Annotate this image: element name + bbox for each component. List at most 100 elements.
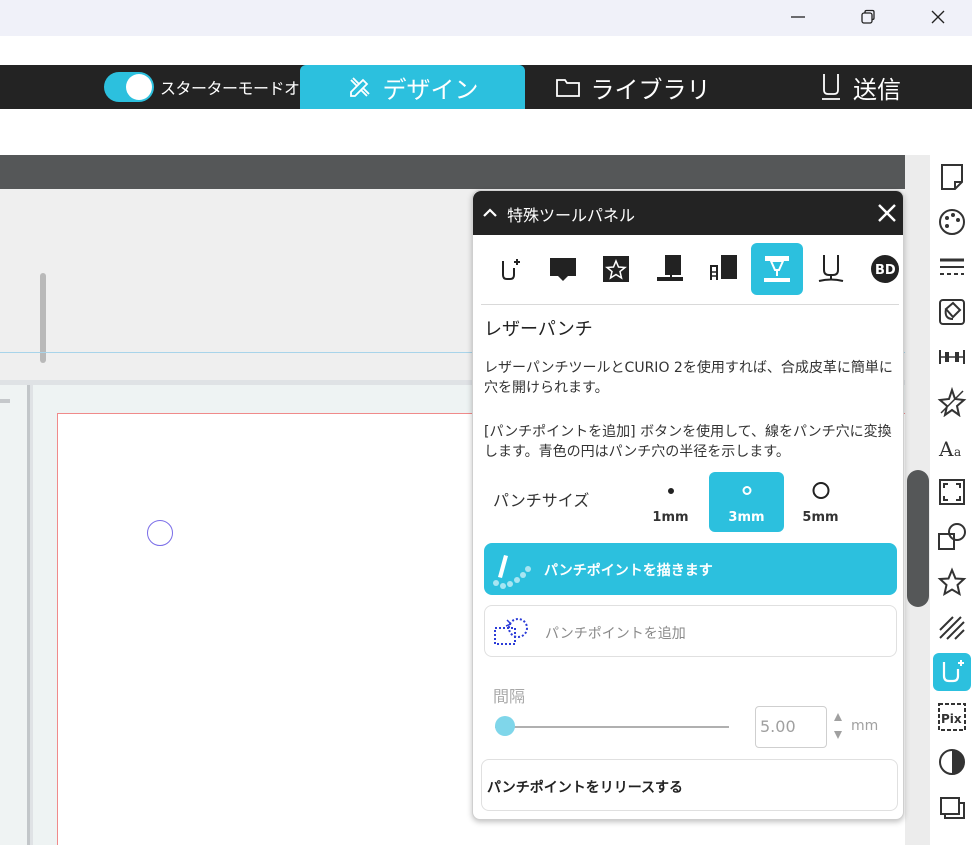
toolbar-align-button[interactable]: [933, 338, 971, 376]
hatch-pattern-icon: [939, 616, 965, 640]
toolbar-text-button[interactable]: Aa: [933, 428, 971, 466]
size-option-label: 3mm: [728, 510, 765, 525]
toolbar-star-button[interactable]: [933, 563, 971, 601]
canvas-header: [0, 155, 905, 189]
chevron-up-icon[interactable]: [482, 205, 498, 221]
restore-button[interactable]: [845, 0, 891, 34]
toolbar-pix-button[interactable]: Pix: [933, 698, 971, 736]
divider: [481, 304, 899, 305]
fill-icon: [939, 299, 965, 325]
toolbar-page-button[interactable]: [933, 158, 971, 196]
etch-tool-icon: [657, 255, 683, 281]
scrollbar-thumb[interactable]: [907, 470, 929, 607]
align-icon: [939, 350, 965, 364]
starter-mode-label: スターターモードオフ: [160, 79, 316, 98]
size-option-1mm[interactable]: 1mm: [633, 472, 708, 532]
panel-title: 特殊ツールパネル: [507, 206, 636, 225]
offset-icon: [940, 797, 965, 819]
pix-icon: Pix: [938, 703, 966, 731]
text-icon: Aa: [938, 437, 961, 461]
spin-down-icon[interactable]: [831, 728, 845, 742]
page-icon: [941, 164, 963, 190]
top-nav-bar: スターターモードオフ デザイン ライブラリ 送信: [0, 65, 972, 109]
toolbar-effects-button[interactable]: [933, 383, 971, 421]
spin-up-icon[interactable]: [831, 710, 845, 724]
add-punch-points-button[interactable]: パンチポイントを追加: [484, 605, 897, 657]
minimize-button[interactable]: [775, 0, 821, 34]
deboss-tool-icon: [710, 255, 737, 280]
special-tool-icon: [942, 660, 964, 683]
tab-send-label: 送信: [853, 75, 901, 104]
emboss-tool-icon: [550, 258, 576, 281]
draw-punch-points-button[interactable]: パンチポイントを描きます: [484, 543, 897, 595]
add-punch-points-label: パンチポイントを追加: [545, 626, 686, 642]
toolbar-offset-button[interactable]: [933, 788, 971, 826]
svg-text:a: a: [954, 445, 961, 459]
transform-icon: [939, 479, 965, 505]
special-tool-row: BD: [483, 243, 903, 297]
interval-slider-handle[interactable]: [495, 716, 515, 736]
palette-icon: [939, 209, 965, 235]
tool-pen-button[interactable]: [805, 243, 857, 295]
tool-more-button[interactable]: BD: [859, 243, 903, 295]
special-tool-icon: [502, 259, 520, 280]
tool-leather-punch-button[interactable]: [751, 243, 803, 295]
stipple-tool-icon: [603, 256, 629, 282]
tool-stipple-button[interactable]: [590, 243, 642, 295]
tab-send[interactable]: 送信: [760, 65, 960, 109]
toolbar-pattern-button[interactable]: [933, 608, 971, 646]
send-icon: [822, 74, 840, 100]
toolbar-contrast-button[interactable]: [933, 743, 971, 781]
minimize-icon: [791, 16, 805, 18]
toolbar-lines-button[interactable]: [933, 248, 971, 286]
toolbar-palette-button[interactable]: [933, 203, 971, 241]
svg-text:BD: BD: [875, 263, 896, 278]
size-option-5mm[interactable]: 5mm: [783, 472, 858, 532]
interval-unit: mm: [851, 718, 879, 734]
interval-input[interactable]: 5.00: [755, 706, 827, 748]
close-icon[interactable]: [876, 202, 898, 224]
punch-point-marker[interactable]: [147, 520, 173, 546]
tab-library[interactable]: ライブラリ: [525, 65, 740, 109]
svg-text:A: A: [938, 437, 954, 461]
tool-special-button[interactable]: [483, 243, 535, 295]
ruler-handle[interactable]: [40, 273, 46, 363]
folder-icon: [555, 79, 580, 97]
punch-size-label: パンチサイズ: [493, 491, 590, 510]
starter-mode-toggle[interactable]: スターターモードオフ: [104, 71, 316, 103]
draw-punch-points-label: パンチポイントを描きます: [544, 563, 713, 579]
toolbar-fill-button[interactable]: [933, 293, 971, 331]
star-icon: [937, 567, 967, 597]
toolbar-special-tools-button[interactable]: [933, 653, 971, 691]
leather-punch-icon: [764, 256, 790, 282]
tab-design-label: デザイン: [382, 75, 479, 104]
close-icon: [931, 10, 945, 24]
size-option-3mm[interactable]: 3mm: [709, 472, 784, 532]
draw-points-icon: [493, 555, 531, 589]
close-window-button[interactable]: [915, 0, 961, 34]
tool-description: レザーパンチツールとCURIO 2を使用すれば、合成皮革に簡単に穴を開けられます…: [484, 360, 893, 396]
tool-emboss-button[interactable]: [537, 243, 589, 295]
svg-text:Pix: Pix: [941, 712, 962, 726]
panel-header: 特殊ツールパネル: [473, 191, 903, 235]
more-tool-icon: BD: [871, 255, 899, 283]
tool-instructions: [パンチポイントを追加] ボタンを使用して、線をパンチ穴に変換します。青色の円は…: [484, 424, 892, 460]
size-option-label: 5mm: [802, 510, 839, 525]
tool-title: レザーパンチ: [484, 319, 593, 340]
toggle-switch[interactable]: [104, 72, 154, 102]
interval-slider-track[interactable]: [495, 726, 729, 728]
toolbar-transform-button[interactable]: [933, 473, 971, 511]
shapes-icon: [938, 523, 966, 550]
window-title-bar: [0, 0, 972, 36]
release-punch-points-button[interactable]: パンチポイントをリリースする: [481, 759, 898, 811]
design-icon: [349, 77, 370, 97]
tab-design[interactable]: デザイン: [300, 65, 525, 109]
interval-label: 間隔: [493, 687, 526, 706]
add-points-icon: [494, 618, 528, 645]
size-option-label: 1mm: [652, 510, 689, 525]
size-dot-icon: [667, 488, 674, 494]
size-dot-icon: [742, 486, 751, 495]
toolbar-shapes-button[interactable]: [933, 518, 971, 556]
tool-deboss-button[interactable]: [698, 243, 750, 295]
tool-etch-button[interactable]: [644, 243, 696, 295]
